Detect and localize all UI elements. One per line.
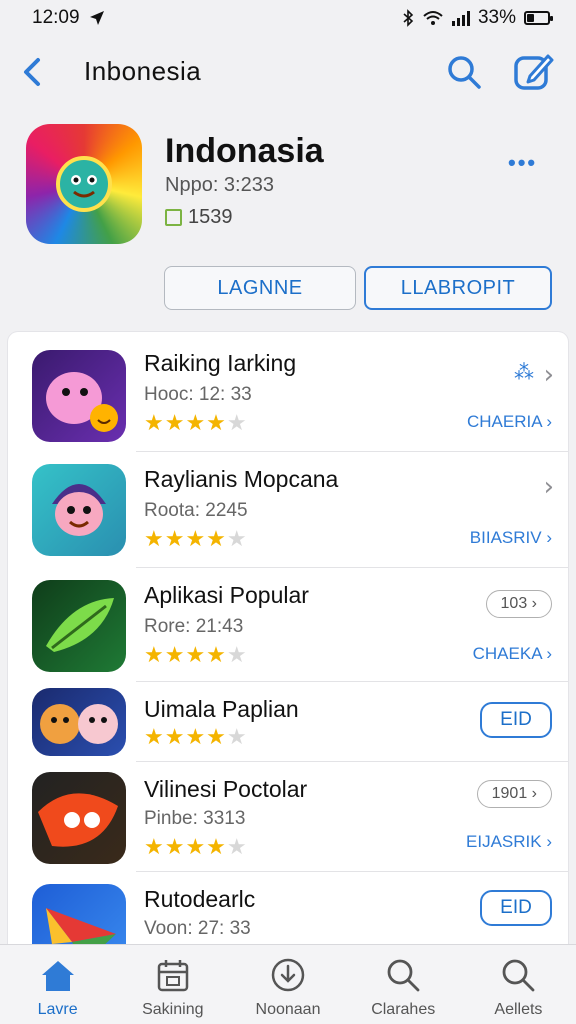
pig-icon [46,372,118,432]
list-item[interactable]: Vilinesi Poctolar Pinbe: 3313 ★★★★★ 1901… [8,762,568,872]
nav-bar: Inbonesia [0,44,576,100]
status-left: 12:09 [32,7,106,29]
rating-stars: ★★★★★ [144,834,248,859]
checkbox-icon [165,209,182,226]
rating-stars: ★★★★★ [144,526,248,551]
tab-label: Noonaan [255,1001,321,1018]
secondary-action-button[interactable]: LAGNNE [164,266,356,310]
list-item-action[interactable]: CHAERIA › [467,412,552,432]
rating-stars: ★★★★★ [144,642,248,667]
battery-percent: 33% [477,7,516,28]
search-icon [448,56,481,89]
list-item-subtitle: Rore: 21:43 [144,616,244,637]
list-item-icon [32,688,126,756]
signal-icon [451,10,470,26]
home-icon [41,961,74,991]
app-icon-face [56,156,112,212]
chevron-right-icon: › [543,472,554,502]
status-right: 33% [402,7,553,29]
play-arrow-icon [46,908,116,944]
list-item-subtitle: Roota: 2245 [144,500,248,521]
location-arrow-icon [89,11,104,25]
face-icon [71,175,97,198]
chevron-right-icon: › [543,360,554,390]
get-button[interactable]: EID [480,702,552,738]
tab-label: Aellets [494,1001,543,1018]
list-item[interactable]: Uimala Paplian ★★★★★ EID [8,682,568,762]
list-item-icon [32,884,126,944]
tab-sakining[interactable]: Sakining [115,945,230,1024]
app-name: Indonasia [165,132,324,170]
list-item[interactable]: Rutodearlc Voon: 27: 33 EID [8,872,568,944]
list-item-subtitle: Hooc: 12: 33 [144,384,252,405]
compose-icon [514,54,554,90]
list-item-icon [32,350,126,442]
app-meta-secondary: 1539 [165,206,233,229]
calendar-icon [157,960,189,992]
rating-stars: ★★★★★ [144,724,248,749]
search-icon [503,959,535,992]
search-icon [387,959,420,992]
battery-fill [527,14,534,22]
list-item-action[interactable]: BIIASRIV › [470,528,552,548]
list-item-title: Rutodearlc [144,886,256,912]
list-item-icon [32,464,126,556]
page-title: Inbonesia [84,56,202,86]
list-item[interactable]: Raiking Iarking Hooc: 12: 33 ★★★★★ ⁂ › C… [8,332,568,452]
version-pill[interactable]: 1901 › [476,780,552,808]
app-list: Raiking Iarking Hooc: 12: 33 ★★★★★ ⁂ › C… [8,332,568,944]
download-icon [271,958,305,992]
chevron-left-icon [24,58,40,86]
compose-button[interactable] [512,50,556,92]
wifi-icon [423,11,443,25]
more-options-button[interactable]: ••• [508,150,537,176]
tab-aellets[interactable]: Aellets [461,945,576,1024]
back-button[interactable] [16,52,48,92]
list-item[interactable]: Aplikasi Popular Rore: 21:43 ★★★★★ 103 ›… [8,568,568,682]
list-item-title: Uimala Paplian [144,696,299,722]
tab-bar: Lavre Sakining Noonaan Clarahes Aellets [0,944,576,1024]
primary-action-button[interactable]: LLABROPIT [364,266,552,310]
leaf-icon [46,598,114,652]
list-item-title: Raylianis Mopcana [144,466,339,492]
get-button[interactable]: EID [480,890,552,926]
tab-label: Sakining [142,1001,204,1018]
character-icon [52,484,106,536]
list-item-subtitle: Pinbe: 3313 [144,808,246,829]
tab-lavre[interactable]: Lavre [0,945,115,1024]
tab-label: Clarahes [371,1001,436,1018]
version-pill[interactable]: 103 › [485,590,552,618]
app-meta-count: 1539 [188,206,233,228]
blob-icon [38,793,118,847]
status-bar: 12:09 33% [0,0,576,36]
list-item[interactable]: Raylianis Mopcana Roota: 2245 ★★★★★ › BI… [8,452,568,568]
list-item-title: Raiking Iarking [144,350,297,376]
list-item-title: Vilinesi Poctolar [144,776,308,802]
tab-clarahes[interactable]: Clarahes [346,945,461,1024]
tab-label: Lavre [37,1001,78,1018]
status-time: 12:09 [32,7,80,28]
list-item-action[interactable]: CHAEKA › [473,644,552,664]
app-meta-primary: Nppo: 3:233 [165,174,274,196]
tab-noonaan[interactable]: Noonaan [230,945,345,1024]
battery-icon [524,11,553,25]
list-item-icon [32,580,126,672]
search-button[interactable] [444,52,484,92]
share-dots-icon[interactable]: ⁂ [514,360,534,385]
list-item-subtitle: Voon: 27: 33 [144,918,251,939]
bluetooth-icon [403,9,414,27]
list-item-title: Aplikasi Popular [144,582,309,608]
list-item-action[interactable]: EIJASRIK › [466,832,552,852]
app-icon [26,124,142,244]
characters-icon [40,704,118,744]
rating-stars: ★★★★★ [144,410,248,435]
list-item-icon [32,772,126,864]
